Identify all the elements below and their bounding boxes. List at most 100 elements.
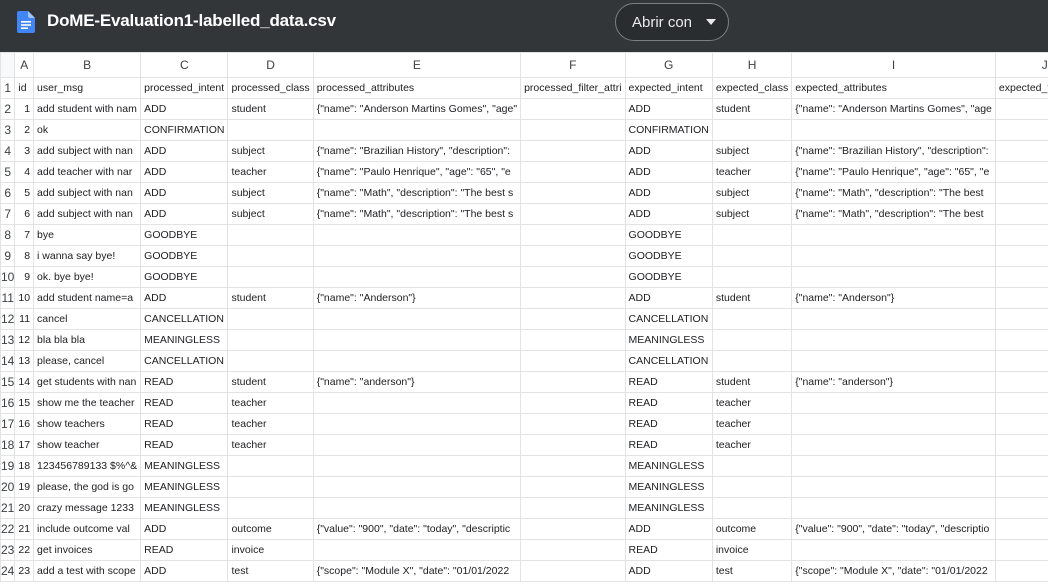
cell[interactable]: MEANINGLESS xyxy=(140,497,229,519)
column-header[interactable]: G xyxy=(624,52,713,78)
spreadsheet-grid[interactable]: ABCDEFGHIJ 1 id user_msg processed_intent pr… xyxy=(0,52,1048,585)
cell[interactable]: teacher xyxy=(227,161,314,183)
cell[interactable]: CANCELLATION xyxy=(624,350,713,372)
cell[interactable]: ADD xyxy=(140,518,229,540)
cell[interactable]: subject xyxy=(227,203,314,225)
cell[interactable]: {"name": "Brazilian History", "descripti… xyxy=(791,140,996,162)
cell[interactable] xyxy=(791,266,996,288)
cell[interactable] xyxy=(994,476,1048,498)
cell[interactable] xyxy=(312,434,522,456)
cell[interactable] xyxy=(994,161,1048,183)
cell[interactable]: bla bla bla xyxy=(33,329,142,351)
cell[interactable]: MEANINGLESS xyxy=(624,329,713,351)
cell[interactable] xyxy=(520,455,626,477)
cell[interactable] xyxy=(520,98,626,120)
cell[interactable]: teacher xyxy=(227,434,314,456)
cell[interactable]: MEANINGLESS xyxy=(140,455,229,477)
cell[interactable]: 18 xyxy=(14,455,35,477)
cell[interactable] xyxy=(312,119,522,141)
row-header[interactable]: 12 xyxy=(0,308,16,330)
row-header[interactable]: 22 xyxy=(0,518,16,540)
cell[interactable] xyxy=(994,350,1048,372)
cell[interactable] xyxy=(711,224,793,246)
cell[interactable]: CANCELLATION xyxy=(140,308,229,330)
row-header[interactable]: 4 xyxy=(0,140,16,162)
cell[interactable]: {"name": "Anderson"} xyxy=(791,287,996,309)
cell[interactable]: test xyxy=(711,560,793,582)
row-header[interactable]: 14 xyxy=(0,350,16,372)
cell[interactable]: 9 xyxy=(14,266,35,288)
cell[interactable]: GOODBYE xyxy=(624,224,713,246)
cell[interactable] xyxy=(994,287,1048,309)
row-header[interactable]: 6 xyxy=(0,182,16,204)
open-with-button[interactable]: Abrir con xyxy=(615,3,729,41)
cell[interactable]: ADD xyxy=(624,98,713,120)
cell[interactable]: READ xyxy=(624,413,713,435)
cell[interactable] xyxy=(994,539,1048,561)
cell[interactable] xyxy=(227,245,314,267)
cell[interactable] xyxy=(520,203,626,225)
cell[interactable]: teacher xyxy=(711,413,793,435)
cell[interactable]: 5 xyxy=(14,182,35,204)
cell[interactable]: subject xyxy=(711,140,793,162)
cell[interactable] xyxy=(520,245,626,267)
cell[interactable]: {"name": "Math", "description": "The bes… xyxy=(312,182,522,204)
cell[interactable]: 22 xyxy=(14,539,35,561)
cell[interactable]: please, cancel xyxy=(33,350,142,372)
cell[interactable] xyxy=(312,245,522,267)
cell[interactable]: ADD xyxy=(624,161,713,183)
cell[interactable]: include outcome val xyxy=(33,518,142,540)
cell[interactable]: {"name": "Math", "description": "The bes… xyxy=(791,182,996,204)
cell[interactable] xyxy=(994,455,1048,477)
cell[interactable]: 15 xyxy=(14,392,35,414)
cell[interactable]: add student name=a xyxy=(33,287,142,309)
cell[interactable] xyxy=(520,161,626,183)
cell[interactable] xyxy=(994,371,1048,393)
cell[interactable]: ADD xyxy=(140,182,229,204)
cell[interactable] xyxy=(227,350,314,372)
cell[interactable]: add subject with nan xyxy=(33,182,142,204)
cell[interactable] xyxy=(227,308,314,330)
cell[interactable] xyxy=(520,182,626,204)
cell[interactable] xyxy=(312,350,522,372)
cell[interactable] xyxy=(520,308,626,330)
cell[interactable]: show me the teacher xyxy=(33,392,142,414)
cell[interactable]: {"scope": "Module X", "date": "01/01/202… xyxy=(791,560,996,582)
cell[interactable]: cancel xyxy=(33,308,142,330)
cell[interactable]: {"name": "anderson"} xyxy=(791,371,996,393)
cell[interactable]: user_msg xyxy=(33,77,142,99)
row-header[interactable]: 20 xyxy=(0,476,16,498)
cell[interactable]: processed_attributes xyxy=(312,77,522,99)
cell[interactable] xyxy=(994,224,1048,246)
cell[interactable] xyxy=(711,245,793,267)
cell[interactable] xyxy=(312,497,522,519)
cell[interactable]: invoice xyxy=(227,539,314,561)
cell[interactable]: expected_class xyxy=(711,77,793,99)
cell[interactable] xyxy=(711,308,793,330)
cell[interactable] xyxy=(520,266,626,288)
cell[interactable]: ADD xyxy=(624,182,713,204)
cell[interactable] xyxy=(711,497,793,519)
cell[interactable] xyxy=(791,455,996,477)
cell[interactable] xyxy=(791,224,996,246)
cell[interactable] xyxy=(994,245,1048,267)
cell[interactable]: student xyxy=(227,371,314,393)
cell[interactable]: show teacher xyxy=(33,434,142,456)
cell[interactable]: READ xyxy=(140,434,229,456)
cell[interactable]: 19 xyxy=(14,476,35,498)
column-header[interactable]: I xyxy=(791,52,996,78)
cell[interactable] xyxy=(994,518,1048,540)
cell[interactable]: GOODBYE xyxy=(140,245,229,267)
cell[interactable]: 12 xyxy=(14,329,35,351)
select-all-corner[interactable] xyxy=(0,52,16,78)
cell[interactable] xyxy=(520,371,626,393)
row-header[interactable]: 8 xyxy=(0,224,16,246)
row-header[interactable]: 21 xyxy=(0,497,16,519)
cell[interactable]: ok xyxy=(33,119,142,141)
row-header[interactable]: 10 xyxy=(0,266,16,288)
row-header[interactable]: 18 xyxy=(0,434,16,456)
cell[interactable] xyxy=(312,455,522,477)
cell[interactable]: READ xyxy=(624,371,713,393)
cell[interactable]: get invoices xyxy=(33,539,142,561)
row-header[interactable]: 16 xyxy=(0,392,16,414)
